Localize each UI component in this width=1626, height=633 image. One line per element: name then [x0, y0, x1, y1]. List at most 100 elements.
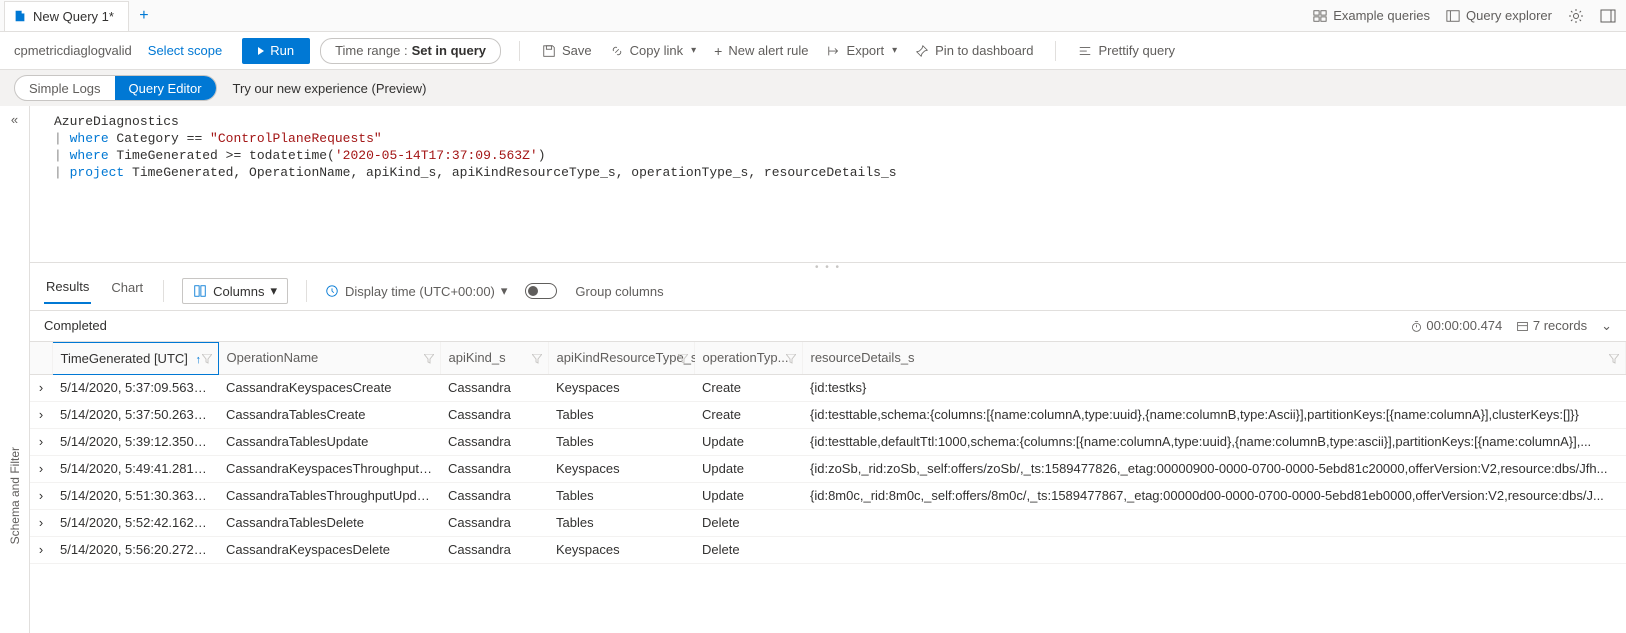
run-button[interactable]: Run [242, 38, 310, 64]
divider [519, 41, 520, 61]
col-header-details[interactable]: resourceDetails_s [802, 342, 1626, 374]
query-tab[interactable]: New Query 1* [4, 1, 129, 31]
cell-rtype: Tables [548, 401, 694, 428]
query-code[interactable]: AzureDiagnostics | where Category == "Co… [44, 106, 1626, 262]
filter-icon[interactable] [678, 350, 688, 365]
display-time-label: Display time (UTC+00:00) [345, 284, 495, 299]
collapse-rail-button[interactable]: « [11, 112, 18, 127]
table-row[interactable]: ›5/14/2020, 5:39:12.350 PMCassandraTable… [30, 428, 1626, 455]
cell-op: CassandraTablesCreate [218, 401, 440, 428]
duration-text: 00:00:00.474 [1426, 318, 1502, 333]
cell-kind: Cassandra [440, 536, 548, 563]
new-alert-button[interactable]: + New alert rule [710, 43, 812, 59]
expand-row-button[interactable]: › [30, 374, 52, 401]
chevron-down-icon: ▾ [270, 283, 277, 299]
schema-filter-label[interactable]: Schema and Filter [8, 447, 22, 544]
cell-kind: Cassandra [440, 509, 548, 536]
chart-tab[interactable]: Chart [109, 280, 145, 303]
time-range-button[interactable]: Time range : Set in query [320, 38, 501, 64]
select-scope-link[interactable]: Select scope [148, 43, 222, 58]
expand-row-button[interactable]: › [30, 401, 52, 428]
expand-row-button[interactable]: › [30, 536, 52, 563]
cell-otype: Delete [694, 509, 802, 536]
expand-row-button[interactable]: › [30, 509, 52, 536]
col-header-op[interactable]: OperationName [218, 342, 440, 374]
results-tab[interactable]: Results [44, 279, 91, 304]
cell-otype: Delete [694, 536, 802, 563]
query-explorer-button[interactable]: Query explorer [1446, 8, 1552, 23]
export-button[interactable]: Export ▾ [823, 43, 902, 58]
cell-rtype: Keyspaces [548, 374, 694, 401]
table-row[interactable]: ›5/14/2020, 5:56:20.272 PMCassandraKeysp… [30, 536, 1626, 563]
cell-otype: Create [694, 374, 802, 401]
cell-details [802, 509, 1626, 536]
filter-icon[interactable] [424, 350, 434, 365]
query-explorer-label: Query explorer [1466, 8, 1552, 23]
group-columns-toggle[interactable] [525, 283, 557, 299]
expand-row-button[interactable]: › [30, 455, 52, 482]
columns-button[interactable]: Columns ▾ [182, 278, 288, 304]
example-queries-button[interactable]: Example queries [1313, 8, 1430, 23]
expand-row-button[interactable]: › [30, 482, 52, 509]
table-row[interactable]: ›5/14/2020, 5:37:50.263 PMCassandraTable… [30, 401, 1626, 428]
status-bar: Completed 00:00:00.474 7 records ⌄ [30, 311, 1626, 341]
example-queries-label: Example queries [1333, 8, 1430, 23]
expand-row-button[interactable]: › [30, 428, 52, 455]
pin-button[interactable]: Pin to dashboard [911, 43, 1037, 58]
filter-icon[interactable] [786, 350, 796, 365]
cell-time: 5/14/2020, 5:37:50.263 PM [52, 401, 218, 428]
cell-details [802, 536, 1626, 563]
resize-handle[interactable]: • • • [30, 263, 1626, 273]
stopwatch-icon [1410, 320, 1423, 333]
table-row[interactable]: ›5/14/2020, 5:51:30.363 PMCassandraTable… [30, 482, 1626, 509]
run-label: Run [270, 43, 294, 58]
cell-kind: Cassandra [440, 374, 548, 401]
clock-icon [325, 284, 339, 298]
group-columns-label: Group columns [575, 284, 663, 299]
cell-rtype: Tables [548, 509, 694, 536]
save-button[interactable]: Save [538, 43, 596, 58]
export-label: Export [847, 43, 885, 58]
settings-icon[interactable] [1568, 8, 1584, 24]
col-header-rtype[interactable]: apiKindResourceType_s [548, 342, 694, 374]
filter-icon[interactable] [532, 350, 542, 365]
cell-otype: Update [694, 482, 802, 509]
cell-kind: Cassandra [440, 401, 548, 428]
cell-op: CassandraTablesDelete [218, 509, 440, 536]
filter-icon[interactable] [202, 351, 212, 366]
cell-rtype: Tables [548, 428, 694, 455]
table-row[interactable]: ›5/14/2020, 5:37:09.563 PMCassandraKeysp… [30, 374, 1626, 401]
cell-rtype: Keyspaces [548, 536, 694, 563]
copy-link-button[interactable]: Copy link ▾ [606, 43, 701, 58]
expand-chevron-icon[interactable]: ⌄ [1601, 318, 1612, 334]
try-new-link[interactable]: Try our new experience (Preview) [233, 81, 427, 96]
query-editor[interactable]: AzureDiagnostics | where Category == "Co… [30, 106, 1626, 263]
display-time-button[interactable]: Display time (UTC+00:00) ▾ [325, 283, 507, 299]
new-tab-button[interactable]: + [129, 7, 159, 25]
panel-icon[interactable] [1600, 8, 1616, 24]
prettify-label: Prettify query [1098, 43, 1175, 58]
cell-details: {id:testtable,schema:{columns:[{name:col… [802, 401, 1626, 428]
prettify-button[interactable]: Prettify query [1074, 43, 1179, 58]
query-editor-pill[interactable]: Query Editor [115, 76, 216, 100]
scope-name: cpmetricdiaglogvalid [14, 43, 132, 58]
divider [163, 280, 164, 302]
query-explorer-icon [1446, 9, 1460, 23]
cell-time: 5/14/2020, 5:52:42.162 PM [52, 509, 218, 536]
cell-details: {id:testks} [802, 374, 1626, 401]
pin-label: Pin to dashboard [935, 43, 1033, 58]
table-row[interactable]: ›5/14/2020, 5:52:42.162 PMCassandraTable… [30, 509, 1626, 536]
cell-otype: Update [694, 455, 802, 482]
table-row[interactable]: ›5/14/2020, 5:49:41.281 PMCassandraKeysp… [30, 455, 1626, 482]
col-header-otype[interactable]: operationTyp... [694, 342, 802, 374]
time-range-value: Set in query [412, 43, 486, 58]
save-icon [542, 44, 556, 58]
chevron-down-icon: ▾ [892, 45, 897, 56]
simple-logs-pill[interactable]: Simple Logs [15, 76, 115, 100]
filter-icon[interactable] [1609, 350, 1619, 365]
cell-kind: Cassandra [440, 482, 548, 509]
prettify-icon [1078, 44, 1092, 58]
col-header-kind[interactable]: apiKind_s [440, 342, 548, 374]
plus-icon: + [714, 43, 722, 59]
col-header-time[interactable]: TimeGenerated [UTC] ↑ [52, 342, 218, 374]
